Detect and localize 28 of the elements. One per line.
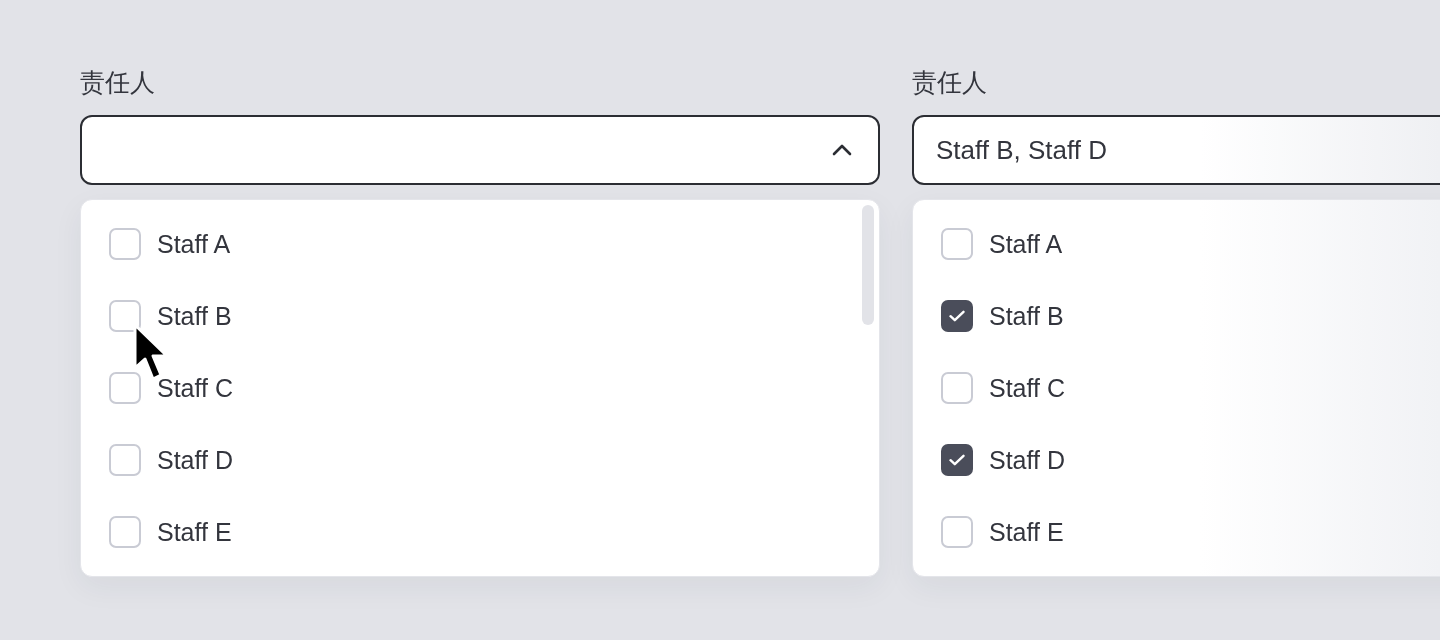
field-label: 责任人	[912, 67, 988, 98]
checkbox[interactable]	[109, 300, 141, 332]
option-label[interactable]: Staff A	[989, 228, 1063, 260]
select-field[interactable]: Staff B, Staff D	[912, 115, 1440, 185]
checkbox[interactable]	[941, 372, 973, 404]
option-label[interactable]: Staff B	[989, 300, 1064, 332]
option-label[interactable]: Staff C	[989, 372, 1065, 404]
option-label[interactable]: Staff B	[157, 300, 232, 332]
checkbox[interactable]	[109, 444, 141, 476]
checkbox[interactable]	[941, 300, 973, 332]
select-field[interactable]	[80, 115, 880, 185]
checkbox[interactable]	[109, 516, 141, 548]
checkbox[interactable]	[109, 372, 141, 404]
option-label[interactable]: Staff E	[989, 516, 1064, 548]
option-label[interactable]: Staff D	[157, 444, 233, 476]
chevron-up-icon	[832, 144, 852, 156]
checkbox[interactable]	[941, 228, 973, 260]
checkbox[interactable]	[941, 444, 973, 476]
checkbox[interactable]	[109, 228, 141, 260]
checkbox[interactable]	[941, 516, 973, 548]
option-label[interactable]: Staff D	[989, 444, 1065, 476]
checkmark-icon	[949, 310, 965, 322]
option-label[interactable]: Staff A	[157, 228, 231, 260]
option-label[interactable]: Staff E	[157, 516, 232, 548]
scrollbar-thumb[interactable]	[862, 205, 874, 325]
option-label[interactable]: Staff C	[157, 372, 233, 404]
field-label: 责任人	[80, 67, 156, 98]
checkmark-icon	[949, 454, 965, 466]
